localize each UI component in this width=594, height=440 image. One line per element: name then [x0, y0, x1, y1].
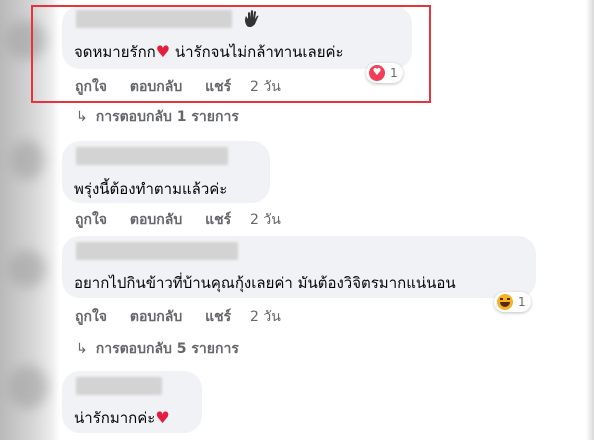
share-button[interactable]: แชร์ [205, 212, 231, 228]
commenter-name-blurred-3[interactable] [76, 242, 238, 260]
comment-timestamp[interactable]: 2 วัน [250, 212, 281, 228]
red-heart-icon: ♥ [155, 408, 170, 427]
view-replies-link-3[interactable]: ↳ การตอบกลับ 5 รายการ [76, 338, 239, 360]
comment-text-3: อยากไปกินข้าวที่บ้านคุณกุ้งเลยค่า มันต้อ… [74, 274, 456, 292]
reaction-badge-3[interactable]: 1 [494, 292, 531, 312]
comment-text-2: พรุ่งนี้ต้องทำตามแล้วค่ะ [74, 180, 228, 198]
share-button[interactable]: แชร์ [205, 309, 231, 325]
right-edge [586, 0, 594, 440]
like-button[interactable]: ถูกใจ [75, 212, 107, 228]
commenter-name-blurred-2[interactable] [76, 147, 228, 165]
reply-button[interactable]: ตอบกลับ [130, 212, 182, 228]
haha-reaction-icon [497, 294, 513, 310]
reply-button[interactable]: ตอบกลับ [130, 309, 182, 325]
view-replies-link-1[interactable]: ↳ การตอบกลับ 1 รายการ [76, 106, 239, 128]
comment-text-4: น่ารักมากค่ะ♥ [74, 408, 170, 427]
reply-arrow-icon: ↳ [76, 109, 88, 125]
red-highlight-box [31, 5, 431, 103]
reply-arrow-icon: ↳ [76, 341, 88, 357]
comment-timestamp[interactable]: 2 วัน [250, 309, 281, 325]
commenter-name-blurred-4[interactable] [76, 377, 162, 395]
comment-actions-2: ถูกใจ ตอบกลับ แชร์ 2 วัน [75, 209, 299, 231]
like-button[interactable]: ถูกใจ [75, 309, 107, 325]
comment-actions-3: ถูกใจ ตอบกลับ แชร์ 2 วัน [75, 306, 299, 328]
